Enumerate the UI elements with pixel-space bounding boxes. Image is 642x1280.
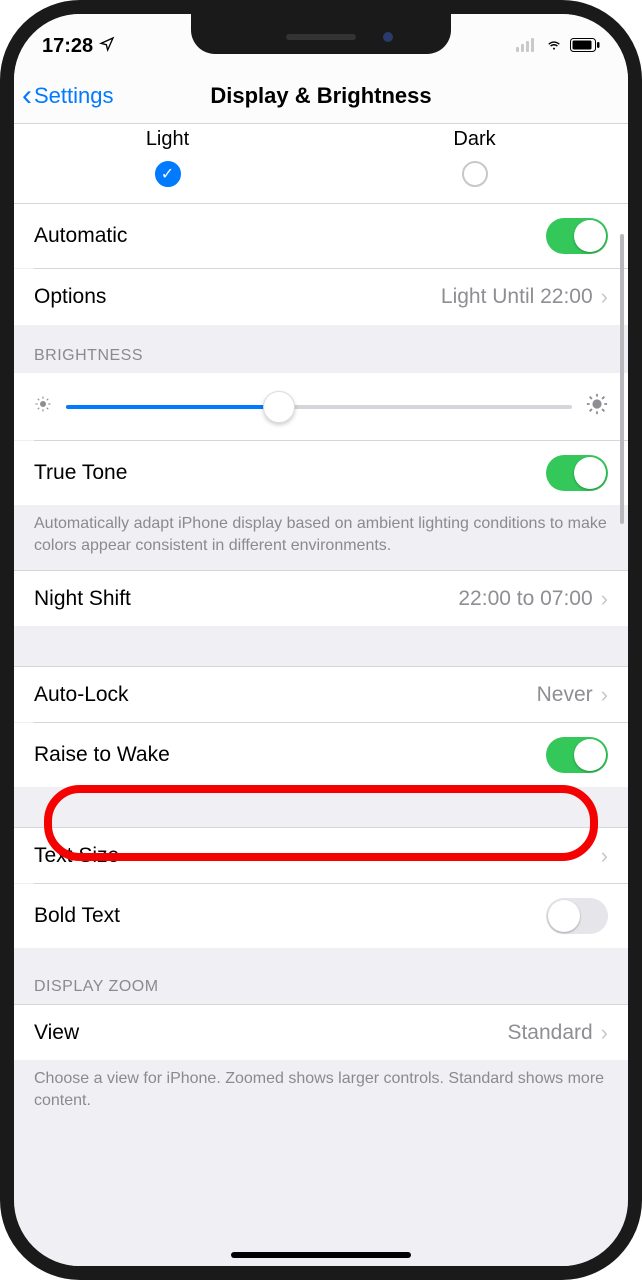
display-zoom-section-header: DISPLAY ZOOM — [14, 948, 628, 1004]
bold-text-row[interactable]: Bold Text — [14, 884, 628, 948]
automatic-toggle[interactable] — [546, 218, 608, 254]
text-size-label: Text Size — [34, 844, 119, 868]
iphone-device-frame: 17:28 — [0, 0, 642, 1280]
section-gap — [14, 626, 628, 666]
battery-icon — [570, 35, 600, 58]
raise-to-wake-row[interactable]: Raise to Wake — [14, 723, 628, 787]
night-shift-label: Night Shift — [34, 587, 131, 611]
view-row[interactable]: View Standard › — [14, 1004, 628, 1060]
automatic-row[interactable]: Automatic — [14, 204, 628, 268]
display-zoom-note: Choose a view for iPhone. Zoomed shows l… — [14, 1060, 628, 1141]
true-tone-label: True Tone — [34, 461, 127, 485]
brightness-slider-row — [14, 373, 628, 440]
auto-lock-label: Auto-Lock — [34, 683, 129, 707]
slider-thumb[interactable] — [263, 391, 295, 423]
brightness-high-icon — [586, 393, 608, 420]
brightness-low-icon — [34, 395, 52, 418]
location-icon — [99, 35, 115, 58]
brightness-slider[interactable] — [66, 405, 572, 409]
appearance-option-dark[interactable]: Dark — [321, 128, 628, 187]
bold-text-label: Bold Text — [34, 904, 120, 928]
radio-checked-icon: ✓ — [155, 161, 181, 187]
auto-lock-row[interactable]: Auto-Lock Never › — [14, 666, 628, 722]
page-title: Display & Brightness — [210, 83, 431, 109]
chevron-left-icon: ‹ — [22, 81, 32, 111]
device-notch — [191, 14, 451, 54]
bold-text-toggle[interactable] — [546, 898, 608, 934]
options-row[interactable]: Options Light Until 22:00 › — [14, 269, 628, 325]
appearance-picker: Light ✓ Dark — [14, 124, 628, 204]
settings-content[interactable]: Light ✓ Dark Automatic Options Light Unt… — [14, 124, 628, 1266]
appearance-dark-label: Dark — [453, 128, 495, 151]
slider-fill — [66, 405, 279, 409]
brightness-section-header: BRIGHTNESS — [14, 325, 628, 373]
wifi-icon — [544, 35, 564, 58]
view-label: View — [34, 1021, 79, 1045]
section-gap — [14, 787, 628, 827]
chevron-right-icon: › — [601, 843, 608, 869]
back-button[interactable]: ‹ Settings — [22, 68, 114, 123]
true-tone-row[interactable]: True Tone — [14, 441, 628, 505]
home-indicator[interactable] — [231, 1252, 411, 1258]
scroll-indicator — [620, 234, 624, 524]
true-tone-toggle[interactable] — [546, 455, 608, 491]
night-shift-row[interactable]: Night Shift 22:00 to 07:00 › — [14, 570, 628, 626]
chevron-right-icon: › — [601, 682, 608, 708]
automatic-label: Automatic — [34, 224, 127, 248]
raise-to-wake-label: Raise to Wake — [34, 743, 170, 767]
radio-unchecked-icon — [462, 161, 488, 187]
screen: 17:28 — [14, 14, 628, 1266]
chevron-right-icon: › — [601, 1020, 608, 1046]
cellular-icon — [516, 35, 538, 58]
back-button-label: Settings — [34, 83, 114, 109]
chevron-right-icon: › — [601, 586, 608, 612]
navigation-bar: ‹ Settings Display & Brightness — [14, 68, 628, 124]
chevron-right-icon: › — [601, 284, 608, 310]
raise-to-wake-toggle[interactable] — [546, 737, 608, 773]
appearance-light-label: Light — [146, 128, 189, 151]
text-size-row[interactable]: Text Size › — [14, 827, 628, 883]
options-label: Options — [34, 285, 106, 309]
appearance-option-light[interactable]: Light ✓ — [14, 128, 321, 187]
true-tone-note: Automatically adapt iPhone display based… — [14, 505, 628, 570]
night-shift-value: 22:00 to 07:00 — [458, 587, 592, 611]
view-value: Standard — [507, 1021, 592, 1045]
status-time: 17:28 — [42, 35, 93, 58]
auto-lock-value: Never — [537, 683, 593, 707]
options-value: Light Until 22:00 — [441, 285, 593, 309]
